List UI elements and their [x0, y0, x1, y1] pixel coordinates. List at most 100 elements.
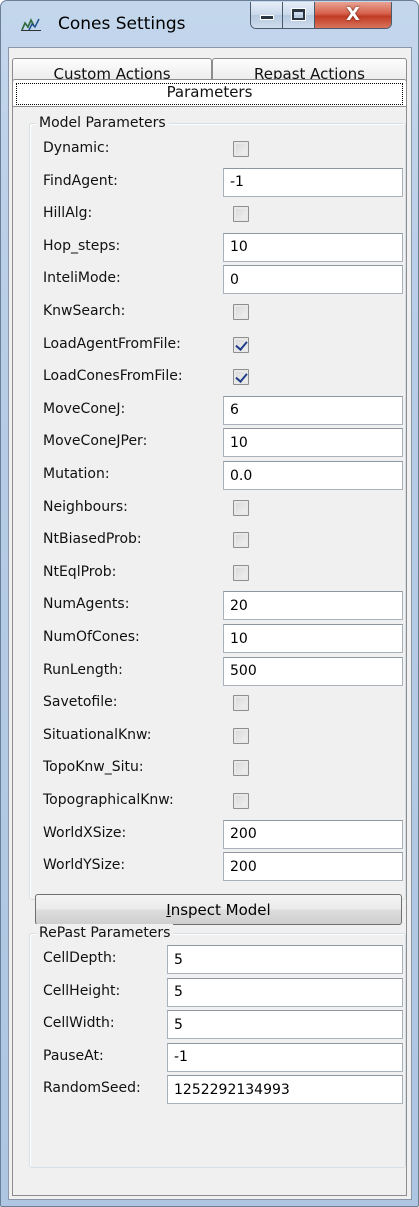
param-row-situationalknw: SituationalKnw: — [30, 719, 407, 751]
mutation-field[interactable] — [223, 461, 403, 490]
param-row-loadconesfromfile: LoadConesFromFile: — [30, 360, 407, 392]
moveconej-field[interactable] — [223, 395, 403, 425]
param-label: TopoKnw_Situ: — [43, 759, 144, 776]
param-label: TopographicalKnw: — [43, 792, 174, 808]
intelimode-field[interactable] — [223, 265, 403, 295]
param-label: LoadAgentFromFile: — [43, 335, 181, 352]
tab-parameters[interactable]: Parameters — [12, 79, 407, 106]
param-row-knwsearch: KnwSearch: — [30, 295, 407, 327]
numofcones-field[interactable] — [223, 624, 403, 653]
param-label: HillAlg: — [43, 205, 93, 222]
close-button[interactable]: X — [315, 2, 391, 28]
loadagentfromfile-checkbox[interactable] — [233, 336, 249, 353]
repast-parameters-group: RePast Parameters CellDepth: CellHeight: C… — [29, 924, 407, 1168]
savetofile-checkbox[interactable] — [233, 695, 249, 712]
pauseat-field[interactable] — [167, 1042, 403, 1072]
worldysize-field[interactable] — [223, 852, 403, 882]
numagents-field[interactable] — [223, 591, 403, 621]
param-row-neighbours: Neighbours: — [30, 491, 407, 523]
moveconejper-field[interactable] — [223, 428, 403, 458]
window-client-area: Custom Actions Repast Actions Parameters… — [8, 47, 412, 1200]
topoknw-situ-checkbox[interactable] — [233, 760, 249, 777]
minimize-button[interactable] — [251, 2, 283, 28]
param-label: Neighbours: — [43, 498, 128, 515]
param-label: SituationalKnw: — [43, 726, 152, 743]
param-row-worldxsize: WorldXSize: — [30, 817, 407, 849]
param-label: NumAgents: — [43, 596, 130, 613]
param-label: CellHeight: — [43, 982, 121, 999]
minimize-icon — [261, 16, 273, 19]
param-label: NumOfCones: — [43, 629, 140, 645]
celldepth-field[interactable] — [167, 945, 403, 974]
param-row-dynamic: Dynamic: — [30, 132, 407, 164]
settings-window: Cones Settings X Custom Actions Repast A… — [0, 0, 419, 1207]
group-legend: Model Parameters — [36, 114, 169, 132]
param-row-cellheight: CellHeight: — [30, 975, 407, 1007]
runlength-field[interactable] — [223, 656, 403, 686]
param-label: Mutation: — [43, 466, 110, 482]
caption-buttons: X — [250, 2, 392, 29]
param-row-numofcones: NumOfCones: — [30, 621, 407, 653]
param-row-savetofile: Savetofile: — [30, 686, 407, 718]
param-row-topographicalknw: TopographicalKnw: — [30, 784, 407, 816]
findagent-field[interactable] — [223, 167, 403, 197]
tab-label: Parameters — [166, 83, 253, 101]
param-row-moveconej: MoveConeJ: — [30, 393, 407, 425]
param-label: MoveConeJ: — [43, 400, 126, 417]
button-label: nspect Model — [170, 900, 271, 919]
param-row-cellwidth: CellWidth: — [30, 1007, 407, 1040]
cellheight-field[interactable] — [167, 977, 403, 1007]
param-row-mutation: Mutation: — [30, 458, 407, 490]
dynamic-checkbox[interactable] — [233, 141, 249, 157]
param-row-moveconejper: MoveConeJPer: — [30, 425, 407, 458]
param-label: MoveConeJPer: — [43, 433, 148, 450]
title-bar[interactable]: Cones Settings X — [1, 1, 418, 43]
param-label: CellWidth: — [43, 1015, 115, 1032]
param-row-runlength: RunLength: — [30, 654, 407, 686]
param-label: NtBiasedProb: — [43, 531, 142, 548]
param-label: RunLength: — [43, 661, 123, 678]
param-row-celldepth: CellDepth: — [30, 942, 407, 974]
param-row-pauseat: PauseAt: — [30, 1040, 407, 1072]
param-label: Savetofile: — [43, 694, 118, 711]
param-row-hillalg: HillAlg: — [30, 197, 407, 229]
ntbiasedprob-checkbox[interactable] — [233, 532, 249, 549]
param-label: LoadConesFromFile: — [43, 368, 183, 385]
nteqlprob-checkbox[interactable] — [233, 564, 249, 581]
window-title: Cones Settings — [58, 14, 186, 34]
param-label: NtEqlProb: — [43, 563, 117, 580]
chart-icon — [21, 17, 41, 31]
hillalg-checkbox[interactable] — [233, 206, 249, 223]
parameters-panel: Model Parameters Dynamic: FindAgent: HillA… — [12, 106, 407, 1196]
param-row-nteqlprob: NtEqlProb: — [30, 556, 407, 588]
param-row-ntbiasedprob: NtBiasedProb: — [30, 523, 407, 555]
loadconesfromfile-checkbox[interactable] — [233, 369, 249, 386]
situationalknw-checkbox[interactable] — [233, 727, 249, 744]
param-label: RandomSeed: — [43, 1080, 141, 1097]
param-row-worldysize: WorldYSize: — [30, 849, 407, 882]
param-label: Hop_steps: — [43, 237, 121, 254]
group-legend: RePast Parameters — [36, 924, 174, 942]
worldxsize-field[interactable] — [223, 819, 403, 849]
param-label: InteliMode: — [43, 270, 121, 287]
hop-steps-field[interactable] — [223, 232, 403, 262]
inspect-model-button[interactable]: Inspect Model — [35, 894, 402, 925]
param-row-hop-steps: Hop_steps: — [30, 230, 407, 262]
topographicalknw-checkbox[interactable] — [233, 793, 249, 809]
param-label: FindAgent: — [43, 172, 118, 189]
maximize-icon — [292, 9, 305, 20]
knwsearch-checkbox[interactable] — [233, 304, 249, 320]
param-row-findagent: FindAgent: — [30, 165, 407, 197]
param-row-loadagentfromfile: LoadAgentFromFile: — [30, 328, 407, 360]
neighbours-checkbox[interactable] — [233, 499, 249, 516]
param-label: Dynamic: — [43, 140, 110, 156]
maximize-button[interactable] — [283, 2, 315, 28]
param-row-randomseed: RandomSeed: — [30, 1072, 407, 1105]
param-row-topoknw-situ: TopoKnw_Situ: — [30, 751, 407, 783]
param-label: WorldYSize: — [43, 857, 126, 874]
param-label: KnwSearch: — [43, 303, 126, 319]
close-icon: X — [346, 4, 360, 25]
param-label: CellDepth: — [43, 950, 117, 966]
randomseed-field[interactable] — [167, 1075, 403, 1105]
cellwidth-field[interactable] — [167, 1010, 403, 1040]
